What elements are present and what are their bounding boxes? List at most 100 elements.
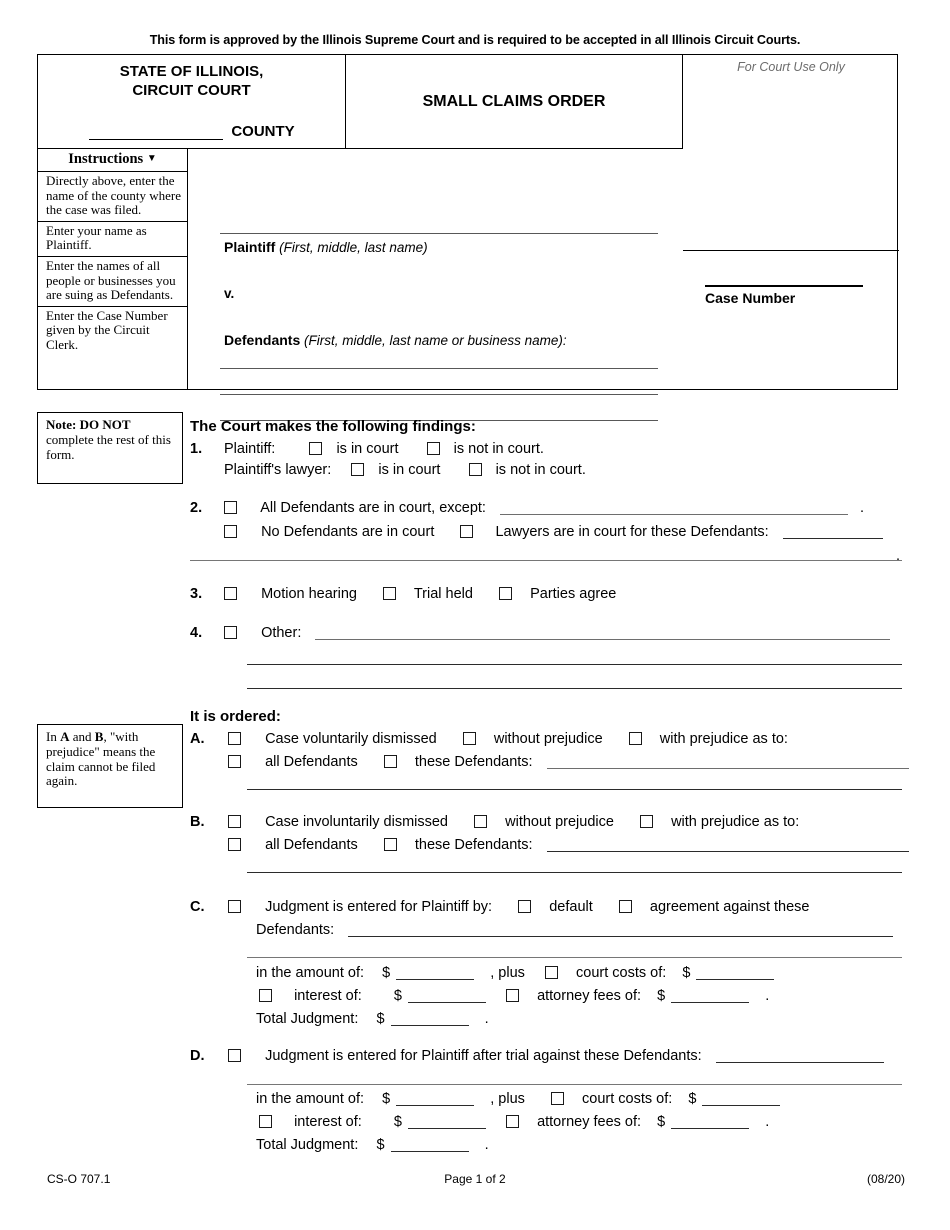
court-identification-cell: STATE OF ILLINOIS, CIRCUIT COURT COUNTY [38, 55, 346, 149]
county-input-blank[interactable] [89, 125, 224, 140]
checkbox-other[interactable] [224, 626, 237, 639]
checkbox-d-attorney-fees[interactable] [506, 1115, 519, 1128]
other-overflow-line[interactable] [247, 664, 902, 665]
a-these-defendants-label: these Defendants: [414, 754, 533, 770]
plaintiff-caption: Plaintiff (First, middle, last name) [224, 239, 428, 255]
court-use-only-label: For Court Use Only [737, 60, 845, 74]
b-these-defendants-input[interactable] [546, 839, 909, 852]
judgment-after-trial-label: Judgment is entered for Plaintiff after … [265, 1048, 702, 1064]
note-with-prejudice: In A and B, "with prejudice" means the c… [37, 724, 183, 808]
checkbox-b-with-prejudice[interactable] [640, 815, 654, 828]
checkbox-b-without-prejudice[interactable] [474, 815, 488, 828]
d-interest-label: interest of: [294, 1114, 362, 1130]
case-number-input-blank[interactable] [705, 285, 863, 287]
d-amount-input[interactable] [396, 1093, 475, 1106]
d-court-costs-dollar-sign: $ [688, 1091, 697, 1107]
defendant-name-blank[interactable] [220, 368, 658, 369]
checkbox-a-with-prejudice[interactable] [628, 732, 642, 745]
checkbox-d-interest[interactable] [259, 1115, 272, 1128]
ordered-c-letter: C. [190, 899, 205, 915]
c-interest-input[interactable] [407, 990, 486, 1003]
d-defendants-input[interactable] [715, 1050, 884, 1063]
c-attorney-fees-input[interactable] [671, 990, 750, 1003]
checkbox-c-attorney-fees[interactable] [506, 989, 519, 1002]
c-default-label: default [549, 899, 593, 915]
parties-agree-label: Parties agree [530, 586, 617, 602]
findings-item-2-overflow-line[interactable] [190, 560, 902, 561]
c-amount-input[interactable] [396, 967, 475, 980]
ordered-a-overflow-line[interactable] [247, 789, 902, 790]
plaintiff-name-blank[interactable] [220, 233, 658, 234]
ordered-d-overflow-line[interactable] [247, 1084, 902, 1085]
lawyer-not-in-court-label: is not in court. [495, 462, 586, 478]
caption-box: STATE OF ILLINOIS, CIRCUIT COURT COUNTY … [37, 54, 899, 421]
c-agreement-label: agreement against these [649, 899, 810, 915]
a-these-defendants-input[interactable] [546, 756, 909, 769]
defendants-label: Defendants [224, 332, 301, 348]
checkbox-lawyer-not-in-court[interactable] [468, 463, 482, 476]
ordered-b-overflow-line[interactable] [247, 872, 902, 873]
c-court-costs-input[interactable] [696, 967, 775, 980]
ordered-c-overflow-line[interactable] [247, 957, 902, 958]
chevron-down-icon[interactable]: ▼ [147, 153, 157, 164]
d-court-costs-input[interactable] [702, 1093, 781, 1106]
checkbox-c-interest[interactable] [259, 989, 272, 1002]
checkbox-a-all-defendants[interactable] [228, 755, 241, 768]
checkbox-c-court-costs[interactable] [544, 966, 558, 979]
checkbox-d-court-costs[interactable] [550, 1092, 564, 1105]
checkbox-lawyer-in-court[interactable] [351, 463, 365, 476]
findings-item-2-line-2: No Defendants are in court Lawyers are i… [224, 524, 883, 540]
c-total-input[interactable] [390, 1013, 469, 1026]
d-attorney-fees-input[interactable] [671, 1116, 750, 1129]
instructions-header[interactable]: Instructions ▼ [38, 149, 187, 172]
c-defendants-input[interactable] [348, 924, 894, 937]
d-interest-input[interactable] [407, 1116, 486, 1129]
lawyers-for-defendants-input[interactable] [782, 526, 883, 539]
checkbox-c-agreement[interactable] [618, 900, 632, 913]
c-total-label: Total Judgment: [256, 1011, 359, 1027]
findings-item-2-period: . [896, 548, 901, 564]
checkbox-parties-agree[interactable] [499, 587, 513, 600]
form-title: SMALL CLAIMS ORDER [422, 92, 606, 110]
checkbox-judgment-for-plaintiff-by[interactable] [228, 900, 241, 913]
checkbox-a-these-defendants[interactable] [383, 755, 397, 768]
checkbox-motion-hearing[interactable] [224, 587, 237, 600]
ordered-c-line-1: Judgment is entered for Plaintiff by: de… [228, 899, 810, 915]
checkbox-c-default[interactable] [518, 900, 532, 913]
revision-date: (08/20) [866, 1172, 905, 1186]
checkbox-lawyers-for-defendants[interactable] [460, 525, 474, 538]
d-attorney-fees-label: attorney fees of: [537, 1114, 642, 1130]
checkbox-a-without-prejudice[interactable] [462, 732, 476, 745]
other-input[interactable] [315, 627, 891, 640]
a-without-prejudice-label: without prejudice [493, 731, 603, 747]
d-attorney-fees-dollar-sign: $ [657, 1114, 666, 1130]
c-total-period: . [484, 1011, 489, 1027]
ordered-c-amount-line: in the amount of: $ , plus court costs o… [256, 965, 775, 981]
checkbox-b-these-defendants[interactable] [383, 838, 397, 851]
checkbox-case-involuntarily-dismissed[interactable] [228, 815, 241, 828]
findings-heading: The Court makes the following findings: [190, 418, 476, 435]
page-number: Page 1 of 2 [444, 1172, 506, 1186]
case-voluntarily-dismissed-label: Case voluntarily dismissed [265, 731, 437, 747]
checkbox-plaintiff-in-court[interactable] [309, 442, 323, 455]
all-defendants-except-input[interactable] [499, 502, 848, 515]
plaintiff-hint: (First, middle, last name) [279, 240, 428, 255]
no-defendants-label: No Defendants are in court [261, 524, 435, 540]
court-name: STATE OF ILLINOIS, CIRCUIT COURT [38, 62, 345, 100]
checkbox-all-defendants-in-court[interactable] [224, 501, 237, 514]
checkbox-judgment-after-trial[interactable] [228, 1049, 241, 1062]
defendant-name-blank[interactable] [220, 394, 658, 395]
ordered-b-line-1: Case involuntarily dismissed without pre… [228, 814, 799, 830]
checkbox-plaintiff-not-in-court[interactable] [426, 442, 440, 455]
other-overflow-line[interactable] [247, 688, 902, 689]
plaintiff-in-court-label: is in court [336, 441, 399, 457]
checkbox-no-defendants-in-court[interactable] [224, 525, 237, 538]
checkbox-case-voluntarily-dismissed[interactable] [228, 732, 241, 745]
checkbox-trial-held[interactable] [383, 587, 397, 600]
checkbox-b-all-defendants[interactable] [228, 838, 241, 851]
form-title-cell: SMALL CLAIMS ORDER [346, 55, 683, 149]
c-attorney-fees-dollar-sign: $ [657, 988, 666, 1004]
ordered-d-total-line: Total Judgment: $ . [256, 1137, 489, 1153]
d-total-input[interactable] [390, 1139, 469, 1152]
circuit-court-line: CIRCUIT COURT [132, 82, 251, 99]
